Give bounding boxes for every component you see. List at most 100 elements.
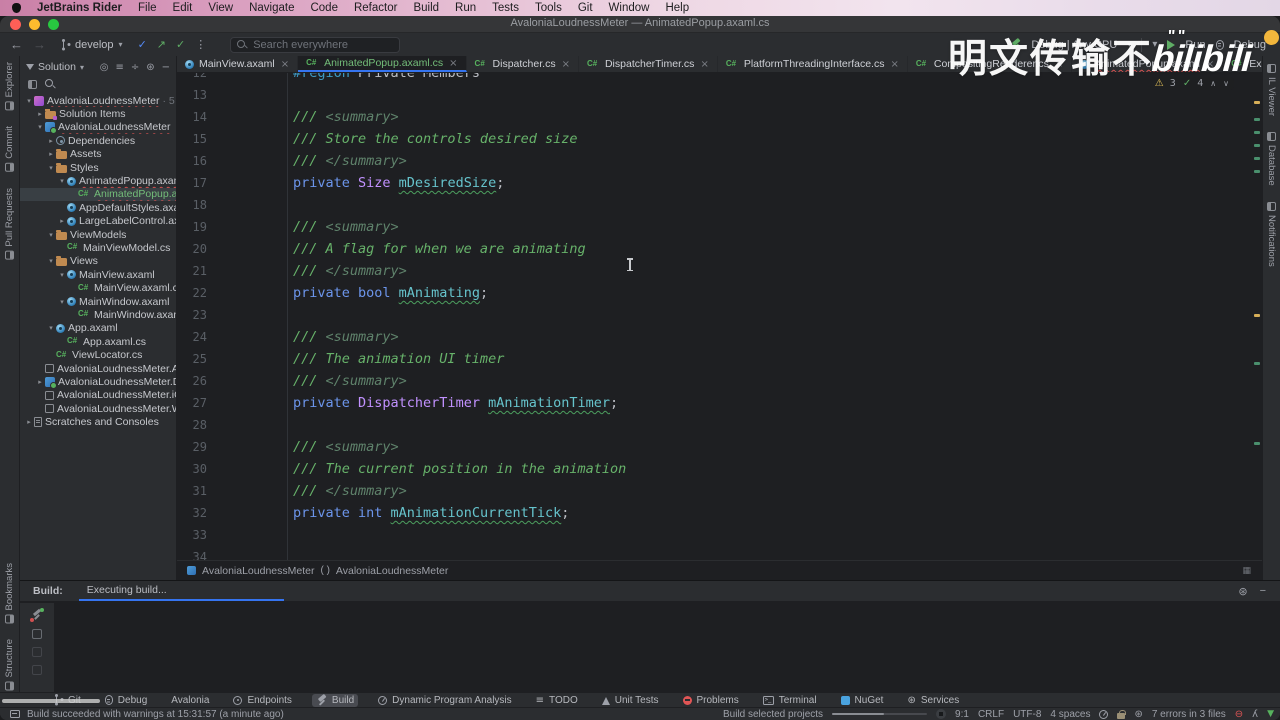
menu-item-view[interactable]: View — [208, 2, 233, 14]
prev-issue-button[interactable]: ∧ — [1210, 79, 1216, 88]
close-tab-icon[interactable]: × — [281, 59, 289, 70]
tree-chevron-icon[interactable]: ▸ — [35, 378, 45, 386]
tree-chevron-icon[interactable]: ▾ — [46, 324, 56, 332]
build-filter-icon[interactable] — [32, 629, 42, 639]
menu-item-jetbrains-rider[interactable]: JetBrains Rider — [37, 2, 122, 14]
scope-icon[interactable] — [28, 79, 37, 89]
tree-item-dependencies[interactable]: ▸ Dependencies — [20, 134, 176, 147]
tree-item-viewlocator-cs[interactable]: ViewLocator.cs — [20, 348, 176, 361]
tree-chevron-icon[interactable]: ▾ — [46, 164, 56, 172]
tree-item-app-axaml-cs[interactable]: App.axaml.cs — [20, 335, 176, 348]
file-encoding[interactable]: UTF-8 — [1013, 709, 1041, 720]
stripe-change-mark[interactable] — [1254, 144, 1260, 147]
menu-item-file[interactable]: File — [138, 2, 157, 14]
tree-item-styles[interactable]: ▾ Styles — [20, 161, 176, 174]
toolwindow-button-build[interactable]: Build — [311, 693, 359, 707]
toolwindow-button-notifications[interactable]: Notifications — [1266, 201, 1277, 267]
breadcrumb-namespace[interactable]: AvaloniaLoudnessMeter — [336, 565, 448, 577]
forward-button[interactable]: → — [33, 37, 46, 52]
line-separator[interactable]: CRLF — [978, 709, 1004, 720]
toolwindow-button-endpoints[interactable]: Endpoints — [229, 694, 295, 707]
tab-dispatcher-cs[interactable]: Dispatcher.cs × — [467, 56, 579, 72]
toolwindow-button-avalonia[interactable]: Avalonia — [167, 694, 213, 707]
tree-chevron-icon[interactable]: ▸ — [35, 110, 45, 118]
rerun-build-icon[interactable] — [30, 608, 44, 622]
tree-item-avalonialoudnessmeter-web[interactable]: AvaloniaLoudnessMeter.Web — [20, 402, 176, 415]
tree-item-mainwindow-axaml[interactable]: ▾ MainWindow.axaml — [20, 295, 176, 308]
toolwindow-button-terminal[interactable]: Terminal — [759, 694, 821, 707]
stripe-warning-mark[interactable] — [1254, 101, 1260, 104]
toolwindow-button-unit-tests[interactable]: Unit Tests — [598, 694, 663, 707]
tree-item-views[interactable]: ▾ Views — [20, 255, 176, 268]
stripe-change-mark[interactable] — [1254, 170, 1260, 173]
code-editor[interactable]: 12 #region Private Members 13 14/// <summar… — [177, 73, 1262, 560]
tree-item-app-axaml[interactable]: ▾ App.axaml — [20, 322, 176, 335]
expand-all-button[interactable]: ≡ — [115, 62, 123, 73]
toolwindow-button-debug[interactable]: Debug — [101, 694, 151, 707]
stripe-change-mark[interactable] — [1254, 118, 1260, 121]
close-tab-icon[interactable]: × — [562, 59, 570, 70]
tree-item-assets[interactable]: ▸ Assets — [20, 148, 176, 161]
menu-item-tests[interactable]: Tests — [492, 2, 519, 14]
tree-item-largelabelcontrol-axaml[interactable]: ▸ LargeLabelControl.axaml — [20, 215, 176, 228]
tree-chevron-icon[interactable]: ▾ — [24, 97, 34, 105]
tree-item-viewmodels[interactable]: ▾ ViewModels — [20, 228, 176, 241]
update-project-button[interactable]: ✓ — [138, 38, 147, 51]
toolwindow-button-services[interactable]: ⊛ Services — [903, 694, 963, 707]
toolwindow-button-nuget[interactable]: NuGet — [837, 694, 888, 707]
solution-view-select[interactable]: Solution ▾ — [26, 61, 84, 73]
tree-item-avalonialoudnessmeter[interactable]: ▾ AvaloniaLoudnessMeter — [20, 121, 176, 135]
menu-item-run[interactable]: Run — [455, 2, 476, 14]
tree-chevron-icon[interactable]: ▸ — [46, 137, 56, 145]
toolwindow-button-commit[interactable]: Commit — [4, 126, 15, 173]
apple-icon[interactable] — [12, 3, 21, 13]
errors-summary[interactable]: 7 errors in 3 files — [1152, 709, 1226, 720]
stripe-change-mark[interactable] — [1254, 157, 1260, 160]
tree-chevron-icon[interactable]: ▾ — [35, 123, 45, 131]
scroll-to-end-icon[interactable] — [32, 665, 42, 675]
more-actions-button[interactable]: ⋮ — [195, 38, 206, 51]
toolwindow-button-structure[interactable]: Structure — [4, 639, 15, 691]
build-output-tab[interactable]: Executing build... — [78, 582, 284, 601]
tree-item-animatedpopup-axaml[interactable]: ▾ AnimatedPopup.axaml — [20, 174, 176, 187]
locate-file-button[interactable]: ◎ — [100, 62, 109, 73]
tree-chevron-icon[interactable]: ▾ — [57, 177, 67, 185]
tree-item-mainviewmodel-cs[interactable]: MainViewModel.cs — [20, 241, 176, 254]
breadcrumb-project[interactable]: AvaloniaLoudnessMeter — [202, 565, 314, 577]
tree-item-solution-items[interactable]: ▸ Solution Items — [20, 107, 176, 121]
toolwindow-button-problems[interactable]: Problems — [679, 694, 743, 707]
tab-animatedpopup-axaml-cs[interactable]: AnimatedPopup.axaml.cs × — [298, 56, 467, 72]
menu-item-refactor[interactable]: Refactor — [354, 2, 397, 14]
menu-item-navigate[interactable]: Navigate — [249, 2, 294, 14]
event-log-icon[interactable] — [10, 710, 20, 718]
push-button[interactable]: ↗ — [157, 38, 166, 51]
settings-sync-icon[interactable]: ⊛ — [1134, 709, 1142, 720]
tab-mainview-axaml[interactable]: MainView.axaml × — [177, 56, 299, 72]
toolwindow-button-pull-requests[interactable]: Pull Requests — [4, 188, 15, 260]
indent-setting[interactable]: 4 spaces — [1050, 709, 1090, 720]
toolwindow-button-bookmarks[interactable]: Bookmarks — [4, 563, 15, 624]
tree-chevron-icon[interactable]: ▸ — [24, 418, 34, 426]
toolwindow-button-database[interactable]: Database — [1266, 132, 1277, 186]
tree-item-animatedpopup-axaml-cs[interactable]: AnimatedPopup.axaml.cs — [20, 187, 176, 202]
readonly-lock-icon[interactable] — [1117, 709, 1126, 719]
stripe-warning-mark[interactable] — [1254, 314, 1260, 317]
tree-chevron-icon[interactable]: ▸ — [46, 150, 56, 158]
stripe-change-mark[interactable] — [1254, 362, 1260, 365]
menu-item-tools[interactable]: Tools — [535, 2, 562, 14]
tree-chevron-icon[interactable]: ▾ — [57, 298, 67, 306]
tree-item-appdefaultstyles-axaml[interactable]: AppDefaultStyles.axaml — [20, 201, 176, 214]
menu-item-git[interactable]: Git — [578, 2, 593, 14]
tab-dispatchertimer-cs[interactable]: DispatcherTimer.cs × — [579, 56, 718, 72]
build-settings-icon[interactable]: ⊛ — [1238, 585, 1247, 598]
status-message[interactable]: Build succeeded with warnings at 15:31:5… — [27, 709, 284, 720]
tree-chevron-icon[interactable]: ▾ — [46, 257, 56, 265]
toolwindow-button-il-viewer[interactable]: IL Viewer — [1266, 64, 1277, 116]
menu-item-build[interactable]: Build — [413, 2, 439, 14]
close-tab-icon[interactable]: × — [700, 59, 708, 70]
caret-position[interactable]: 9:1 — [955, 709, 969, 720]
tree-item-avalonialoudnessmeter-ios[interactable]: AvaloniaLoudnessMeter.iOS — [20, 389, 176, 402]
tree-chevron-icon[interactable]: ▾ — [57, 271, 67, 279]
commit-check-icon[interactable]: ✓ — [176, 38, 185, 51]
hide-panel-button[interactable]: − — [162, 62, 170, 73]
